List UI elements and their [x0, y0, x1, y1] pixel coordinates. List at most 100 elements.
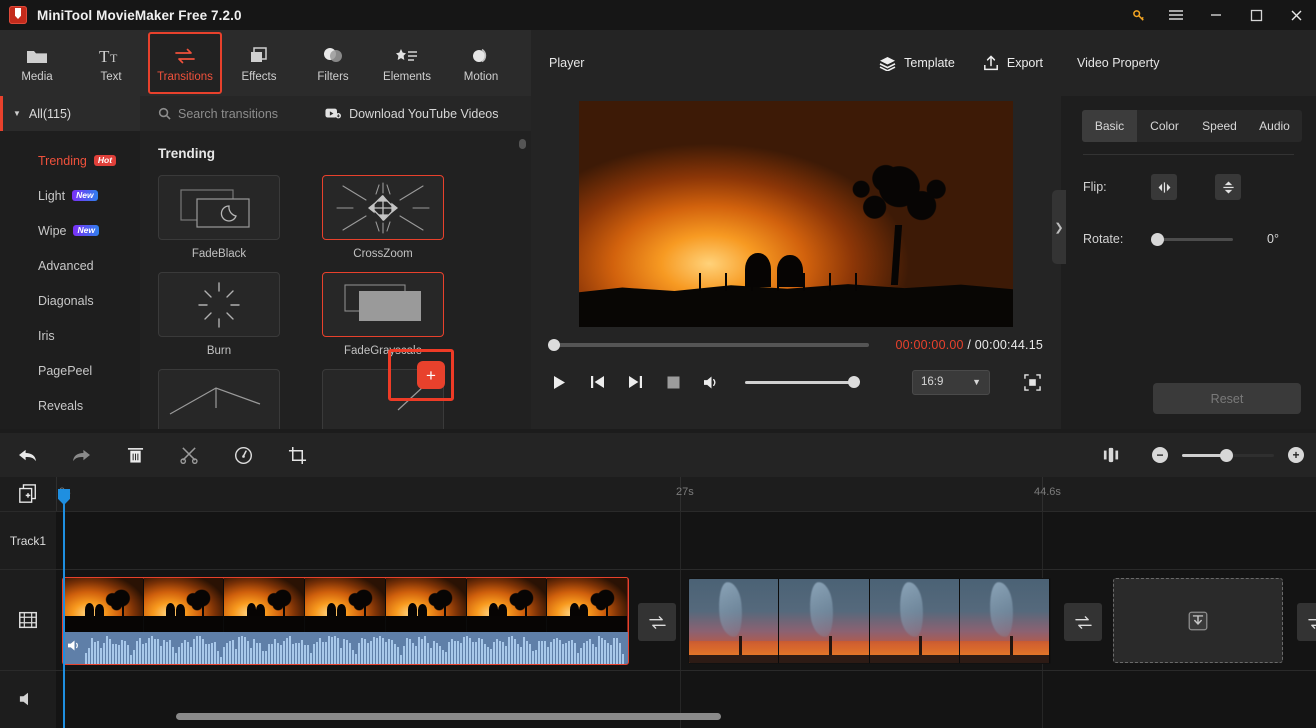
transition-item-fadeblack[interactable]: FadeBlack [158, 175, 280, 260]
hamburger-icon[interactable] [1156, 0, 1196, 30]
transition-label: Burn [158, 345, 280, 357]
previous-frame-button[interactable] [587, 372, 607, 392]
delete-button[interactable] [108, 433, 162, 477]
panel-collapse-toggle[interactable]: ❯ [1052, 190, 1066, 264]
volume-icon[interactable] [701, 372, 721, 392]
rotate-slider[interactable] [1155, 238, 1233, 241]
transition-thumbnail[interactable] [158, 175, 280, 240]
download-youtube-button[interactable]: Download YouTube Videos [325, 107, 498, 121]
transition-marker-3[interactable] [1297, 603, 1316, 641]
flip-vertical-button[interactable] [1215, 174, 1241, 200]
tab-color[interactable]: Color [1137, 110, 1192, 142]
transition-item-burn[interactable]: Burn [158, 272, 280, 357]
rotate-handle[interactable] [1151, 233, 1164, 246]
next-frame-button[interactable] [625, 372, 645, 392]
clip-frame [870, 579, 960, 663]
split-view-button[interactable] [1084, 433, 1138, 477]
video-preview[interactable] [579, 101, 1013, 327]
transition-item-fadegrayscale[interactable]: FadeGrayscale [322, 272, 444, 357]
clip-dropzone[interactable] [1113, 578, 1283, 663]
volume-slider[interactable] [745, 381, 855, 384]
transition-marker-1[interactable] [638, 603, 676, 641]
crop-button[interactable] [270, 433, 324, 477]
undo-button[interactable] [0, 433, 54, 477]
category-item-reveals[interactable]: Reveals [0, 388, 140, 423]
redo-button[interactable] [54, 433, 108, 477]
nav-item-media[interactable]: Media [0, 32, 74, 94]
transition-thumbnail[interactable] [322, 272, 444, 337]
category-item-advanced[interactable]: Advanced [0, 248, 140, 283]
rotate-value: 0° [1267, 232, 1279, 246]
nav-item-motion[interactable]: Motion [444, 32, 518, 94]
track-row-empty[interactable] [56, 511, 1316, 569]
tab-basic[interactable]: Basic [1082, 110, 1137, 142]
template-button[interactable]: Template [879, 56, 955, 71]
category-item-diagonals[interactable]: Diagonals [0, 283, 140, 318]
zoom-out-button[interactable]: − [1152, 447, 1168, 463]
mute-toggle-icon[interactable] [67, 639, 82, 657]
category-item-iris[interactable]: Iris [0, 318, 140, 353]
nav-label: Elements [383, 71, 431, 83]
progress-handle[interactable] [548, 339, 560, 351]
export-button[interactable]: Export [983, 55, 1043, 71]
aspect-ratio-select[interactable]: 16:9 ▼ [912, 370, 990, 395]
timeline-ruler[interactable]: 0s 27s 44.6s [56, 477, 1316, 511]
ruler-label: 27s [676, 486, 694, 498]
zoom-handle[interactable] [1220, 449, 1233, 462]
nav-label: Text [100, 71, 121, 83]
transition-thumbnail[interactable] [322, 175, 444, 240]
speed-button[interactable] [216, 433, 270, 477]
video-track-header[interactable] [0, 569, 56, 670]
nav-item-transitions[interactable]: Transitions [148, 32, 222, 94]
volume-handle[interactable] [848, 376, 860, 388]
audio-track-header[interactable] [0, 670, 56, 726]
clip-frame [305, 578, 386, 632]
flip-horizontal-button[interactable] [1151, 174, 1177, 200]
tab-audio[interactable]: Audio [1247, 110, 1302, 142]
total-time: 00:00:44.15 [975, 338, 1043, 352]
nav-item-filters[interactable]: Filters [296, 32, 370, 94]
search-input[interactable]: Search transitions [158, 107, 278, 121]
transition-item-crosszoom[interactable]: CrossZoom [322, 175, 444, 260]
category-all[interactable]: ▼ All(115) [0, 96, 140, 131]
nav-item-text[interactable]: TT Text [74, 32, 148, 94]
ruler-label: 44.6s [1034, 486, 1061, 498]
close-button[interactable] [1276, 0, 1316, 30]
split-button[interactable] [162, 433, 216, 477]
timeline-zoom-slider[interactable] [1182, 454, 1274, 457]
category-item-wipe[interactable]: Wipe New [0, 213, 140, 248]
stop-button[interactable] [663, 372, 683, 392]
track-row-video[interactable] [56, 569, 1316, 670]
transition-thumbnail[interactable] [158, 369, 280, 429]
category-item-trending[interactable]: Trending Hot [0, 143, 140, 178]
category-item-light[interactable]: Light New [0, 178, 140, 213]
motion-icon [470, 43, 492, 65]
transition-item-partial-left[interactable] [158, 369, 280, 429]
transitions-toolbar: Search transitions Download YouTube Vide… [140, 96, 531, 131]
export-icon [983, 55, 999, 71]
transitions-scrollbar[interactable] [519, 139, 526, 149]
nav-item-effects[interactable]: Effects [222, 32, 296, 94]
reset-button[interactable]: Reset [1153, 383, 1301, 414]
elements-icon [395, 43, 419, 65]
timeline-clip-sunset[interactable] [63, 578, 628, 664]
play-button[interactable] [549, 372, 569, 392]
maximize-button[interactable] [1236, 0, 1276, 30]
transition-marker-2[interactable] [1064, 603, 1102, 641]
transitions-scroll-area[interactable]: Trending FadeBlack CrossZoom Burn FadeGr… [140, 131, 531, 429]
key-icon[interactable] [1122, 0, 1156, 30]
transitions-panel: Search transitions Download YouTube Vide… [140, 96, 531, 429]
playback-progress-slider[interactable] [549, 343, 869, 347]
timeline-clip-smoke[interactable] [688, 578, 1051, 664]
timeline-horizontal-scrollbar[interactable] [176, 713, 721, 720]
minimize-button[interactable] [1196, 0, 1236, 30]
fullscreen-button[interactable] [1021, 371, 1043, 393]
add-track-button[interactable] [0, 477, 56, 511]
tab-speed[interactable]: Speed [1192, 110, 1247, 142]
transition-thumbnail[interactable] [158, 272, 280, 337]
category-item-pagepeel[interactable]: PagePeel [0, 353, 140, 388]
effects-icon [248, 43, 270, 65]
nav-item-elements[interactable]: Elements [370, 32, 444, 94]
add-transition-button[interactable]: + [417, 361, 445, 389]
zoom-in-button[interactable]: + [1288, 447, 1304, 463]
